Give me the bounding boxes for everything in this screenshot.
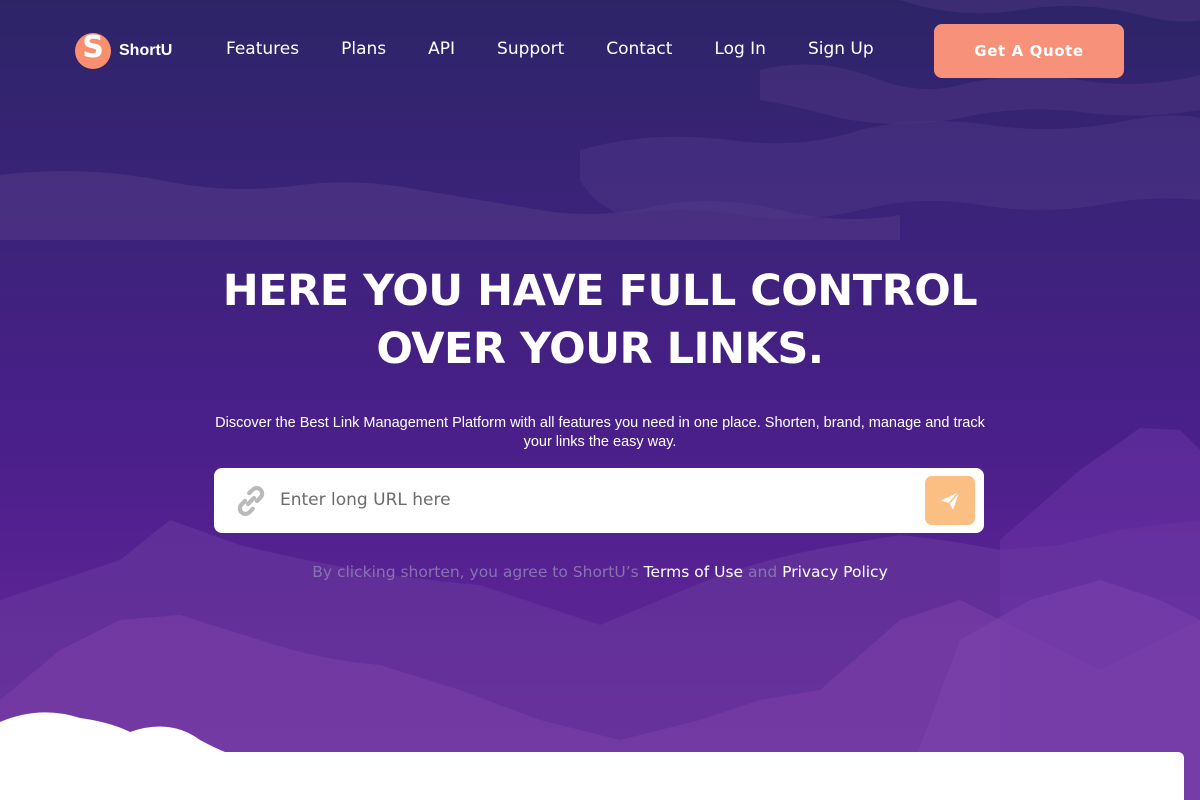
shorten-submit-button[interactable] bbox=[925, 476, 975, 525]
hero-title-line-2: OVER YOUR LINKS. bbox=[376, 324, 824, 374]
terms-notice: By clicking shorten, you agree to ShortU… bbox=[0, 563, 1200, 581]
hero-title-line-1: HERE YOU HAVE FULL CONTROL bbox=[222, 266, 978, 316]
hero-subtitle: Discover the Best Link Management Platfo… bbox=[215, 415, 985, 450]
hero-title: HERE YOU HAVE FULL CONTROL OVER YOUR LIN… bbox=[0, 262, 1200, 378]
get-quote-button[interactable]: Get A Quote bbox=[934, 24, 1124, 78]
logo-mark-icon: S bbox=[75, 33, 111, 69]
main-menu: Features Plans API Support Contact Log I… bbox=[226, 39, 916, 59]
nav-features[interactable]: Features bbox=[226, 39, 299, 59]
shorten-form bbox=[214, 468, 984, 533]
top-nav: S ShortU Features Plans API Support Cont… bbox=[0, 0, 1200, 100]
terms-prefix: By clicking shorten, you agree to ShortU… bbox=[312, 563, 639, 581]
brand-logo[interactable]: S ShortU bbox=[75, 33, 172, 69]
long-url-input[interactable] bbox=[280, 480, 910, 520]
nav-contact[interactable]: Contact bbox=[606, 39, 672, 59]
nav-plans[interactable]: Plans bbox=[341, 39, 386, 59]
nav-api[interactable]: API bbox=[428, 39, 455, 59]
content-card bbox=[14, 752, 1184, 800]
nav-support[interactable]: Support bbox=[497, 39, 564, 59]
brand-name: ShortU bbox=[119, 42, 173, 59]
background-decoration bbox=[0, 0, 1200, 800]
privacy-policy-link[interactable]: Privacy Policy bbox=[782, 563, 888, 581]
terms-and: and bbox=[748, 563, 778, 581]
logo-letter: S bbox=[82, 33, 104, 65]
link-icon bbox=[237, 486, 265, 516]
paper-plane-icon bbox=[941, 490, 960, 510]
terms-of-use-link[interactable]: Terms of Use bbox=[644, 563, 743, 581]
nav-login[interactable]: Log In bbox=[714, 39, 766, 59]
nav-signup[interactable]: Sign Up bbox=[808, 39, 874, 59]
